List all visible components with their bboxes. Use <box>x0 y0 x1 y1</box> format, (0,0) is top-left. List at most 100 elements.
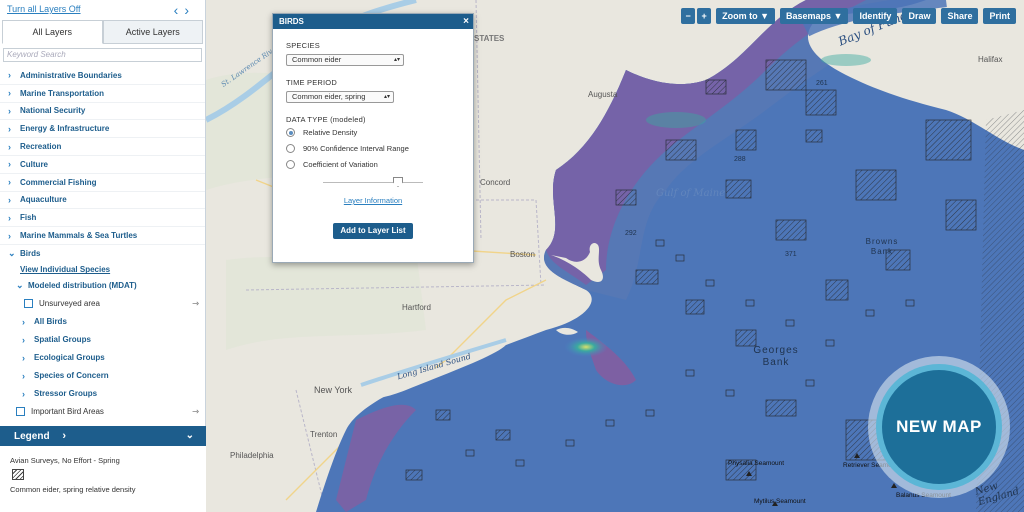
close-icon[interactable]: × <box>463 14 469 29</box>
category-fish[interactable]: › Fish <box>0 209 205 228</box>
chevron-right-icon: › <box>8 105 11 116</box>
legend-body: Avian Surveys, No Effort - Spring Common… <box>0 446 206 512</box>
sidebar-nav-arrows[interactable]: ‹› <box>174 2 195 18</box>
category-marine-mammals[interactable]: › Marine Mammals & Sea Turtles <box>0 227 205 245</box>
chevron-right-icon: › <box>22 334 25 345</box>
zoom-out-button[interactable]: − <box>681 8 696 24</box>
chevron-right-icon: › <box>8 194 11 205</box>
time-period-select[interactable]: Common eider, spring ▴▾ <box>286 91 394 103</box>
chevron-right-icon: › <box>22 388 25 399</box>
depth-label: 371 <box>785 251 797 258</box>
basemaps-dropdown[interactable]: Basemaps ▼ <box>780 8 849 24</box>
city-label: Concord <box>480 178 511 187</box>
category-administrative-boundaries[interactable]: › Administrative Boundaries <box>0 67 205 85</box>
external-link-icon[interactable]: ⇾ <box>192 407 199 416</box>
print-button[interactable]: Print <box>983 8 1016 24</box>
category-aquaculture[interactable]: › Aquaculture <box>0 192 205 210</box>
legend-header[interactable]: Legend › ⌄ <box>0 426 206 446</box>
slider-thumb[interactable] <box>393 177 403 187</box>
share-button[interactable]: Share <box>941 8 979 24</box>
view-individual-species-link[interactable]: View Individual Species <box>20 265 110 274</box>
keyword-search-input[interactable]: Keyword Search <box>3 48 202 62</box>
country-label: STATES <box>474 34 505 43</box>
chevron-down-icon[interactable]: ⌄ <box>186 426 194 446</box>
city-label: New York <box>314 385 353 395</box>
select-arrows-icon: ▴▾ <box>393 57 400 63</box>
subgroup-all-birds[interactable]: › All Birds <box>0 313 205 331</box>
category-marine-transportation[interactable]: › Marine Transportation <box>0 85 205 103</box>
modeled-distribution-group[interactable]: ⌄ Modeled distribution (MDAT) <box>0 277 205 295</box>
radio-coefficient-variation[interactable]: Coefficient of Variation <box>286 160 460 169</box>
city-label: Halifax <box>978 55 1003 64</box>
radio-confidence-interval[interactable]: 90% Confidence Interval Range <box>286 144 460 153</box>
radio-button[interactable] <box>286 128 295 137</box>
panel-title: BIRDS <box>279 17 304 26</box>
chevron-left-icon[interactable]: ‹ <box>174 2 185 18</box>
chevron-right-icon: › <box>22 316 25 327</box>
chevron-right-icon: › <box>8 159 11 170</box>
chevron-right-icon: › <box>8 212 11 223</box>
map-toolbar: − + Zoom to ▼ Basemaps ▼ Identify Draw S… <box>681 8 1016 24</box>
birds-panel: BIRDS × SPECIES Common eider ▴▾ TIME PERI… <box>272 13 474 263</box>
category-national-security[interactable]: › National Security <box>0 103 205 121</box>
city-label: Boston <box>510 250 535 259</box>
water-label: Georges Bank <box>753 345 799 368</box>
chevron-right-icon: › <box>8 177 11 188</box>
subgroup-stressor-groups[interactable]: › Stressor Groups <box>0 385 205 403</box>
chevron-down-icon: ⌄ <box>16 280 24 291</box>
subgroup-ecological-groups[interactable]: › Ecological Groups <box>0 349 205 367</box>
chevron-right-icon: › <box>8 230 11 241</box>
new-map-badge[interactable]: NEW MAP <box>868 356 1010 498</box>
tab-all-layers[interactable]: All Layers <box>2 20 103 44</box>
layer-checkbox[interactable] <box>24 299 33 309</box>
chevron-right-icon[interactable]: › <box>184 2 195 18</box>
chevron-right-icon[interactable]: › <box>62 430 66 442</box>
category-birds[interactable]: ⌄ Birds <box>0 245 205 263</box>
slider-track <box>323 182 423 183</box>
data-type-label: DATA TYPE (modeled) <box>286 115 366 124</box>
city-label: Augusta <box>588 90 618 99</box>
important-bird-areas-layer[interactable]: Important Bird Areas ⇾ <box>0 403 205 421</box>
subgroup-spatial-groups[interactable]: › Spatial Groups <box>0 331 205 349</box>
zoom-to-dropdown[interactable]: Zoom to ▼ <box>716 8 775 24</box>
chevron-right-icon: › <box>8 141 11 152</box>
category-recreation[interactable]: › Recreation <box>0 138 205 156</box>
category-energy-infrastructure[interactable]: › Energy & Infrastructure <box>0 120 205 139</box>
depth-label: 288 <box>734 156 746 163</box>
chevron-right-icon: › <box>8 88 11 99</box>
layer-checkbox[interactable] <box>16 407 25 417</box>
chevron-right-icon: › <box>8 123 11 134</box>
zoom-in-button[interactable]: + <box>697 8 712 24</box>
depth-label: 261 <box>816 80 828 87</box>
city-label: Trenton <box>310 430 338 439</box>
radio-button[interactable] <box>286 160 295 169</box>
opacity-slider[interactable] <box>323 176 423 190</box>
layer-information-link[interactable]: Layer Information <box>286 196 460 205</box>
add-to-layer-list-button[interactable]: Add to Layer List <box>333 223 413 239</box>
species-select[interactable]: Common eider ▴▾ <box>286 54 404 66</box>
external-link-icon[interactable]: ⇾ <box>192 299 199 308</box>
chevron-down-icon: ⌄ <box>8 248 16 259</box>
legend-item-label: Avian Surveys, No Effort - Spring <box>10 456 120 465</box>
subgroup-species-of-concern[interactable]: › Species of Concern <box>0 367 205 385</box>
tab-active-layers[interactable]: Active Layers <box>102 20 203 44</box>
depth-label: 292 <box>625 230 637 237</box>
category-culture[interactable]: › Culture <box>0 156 205 174</box>
chevron-right-icon: › <box>22 352 25 363</box>
water-label: Gulf of Maine <box>656 188 726 199</box>
radio-relative-density[interactable]: Relative Density <box>286 128 460 137</box>
chevron-right-icon: › <box>8 70 11 81</box>
category-commercial-fishing[interactable]: › Commercial Fishing <box>0 174 205 192</box>
time-period-label: TIME PERIOD <box>286 78 337 87</box>
draw-button[interactable]: Draw <box>902 8 937 24</box>
identify-button[interactable]: Identify <box>853 8 898 24</box>
seamount-label: Physalia Seamount <box>728 460 785 467</box>
city-label: Hartford <box>402 303 431 312</box>
turn-all-layers-off-link[interactable]: Turn all Layers Off <box>7 4 81 14</box>
seamount-label: Mytilus Seamount <box>754 498 806 505</box>
unsurveyed-area-layer[interactable]: Unsurveyed area ⇾ <box>0 295 205 313</box>
legend-item-label: Common eider, spring relative density <box>10 485 136 494</box>
radio-button[interactable] <box>286 144 295 153</box>
select-arrows-icon: ▴▾ <box>383 94 390 100</box>
city-label: Philadelphia <box>230 451 274 460</box>
